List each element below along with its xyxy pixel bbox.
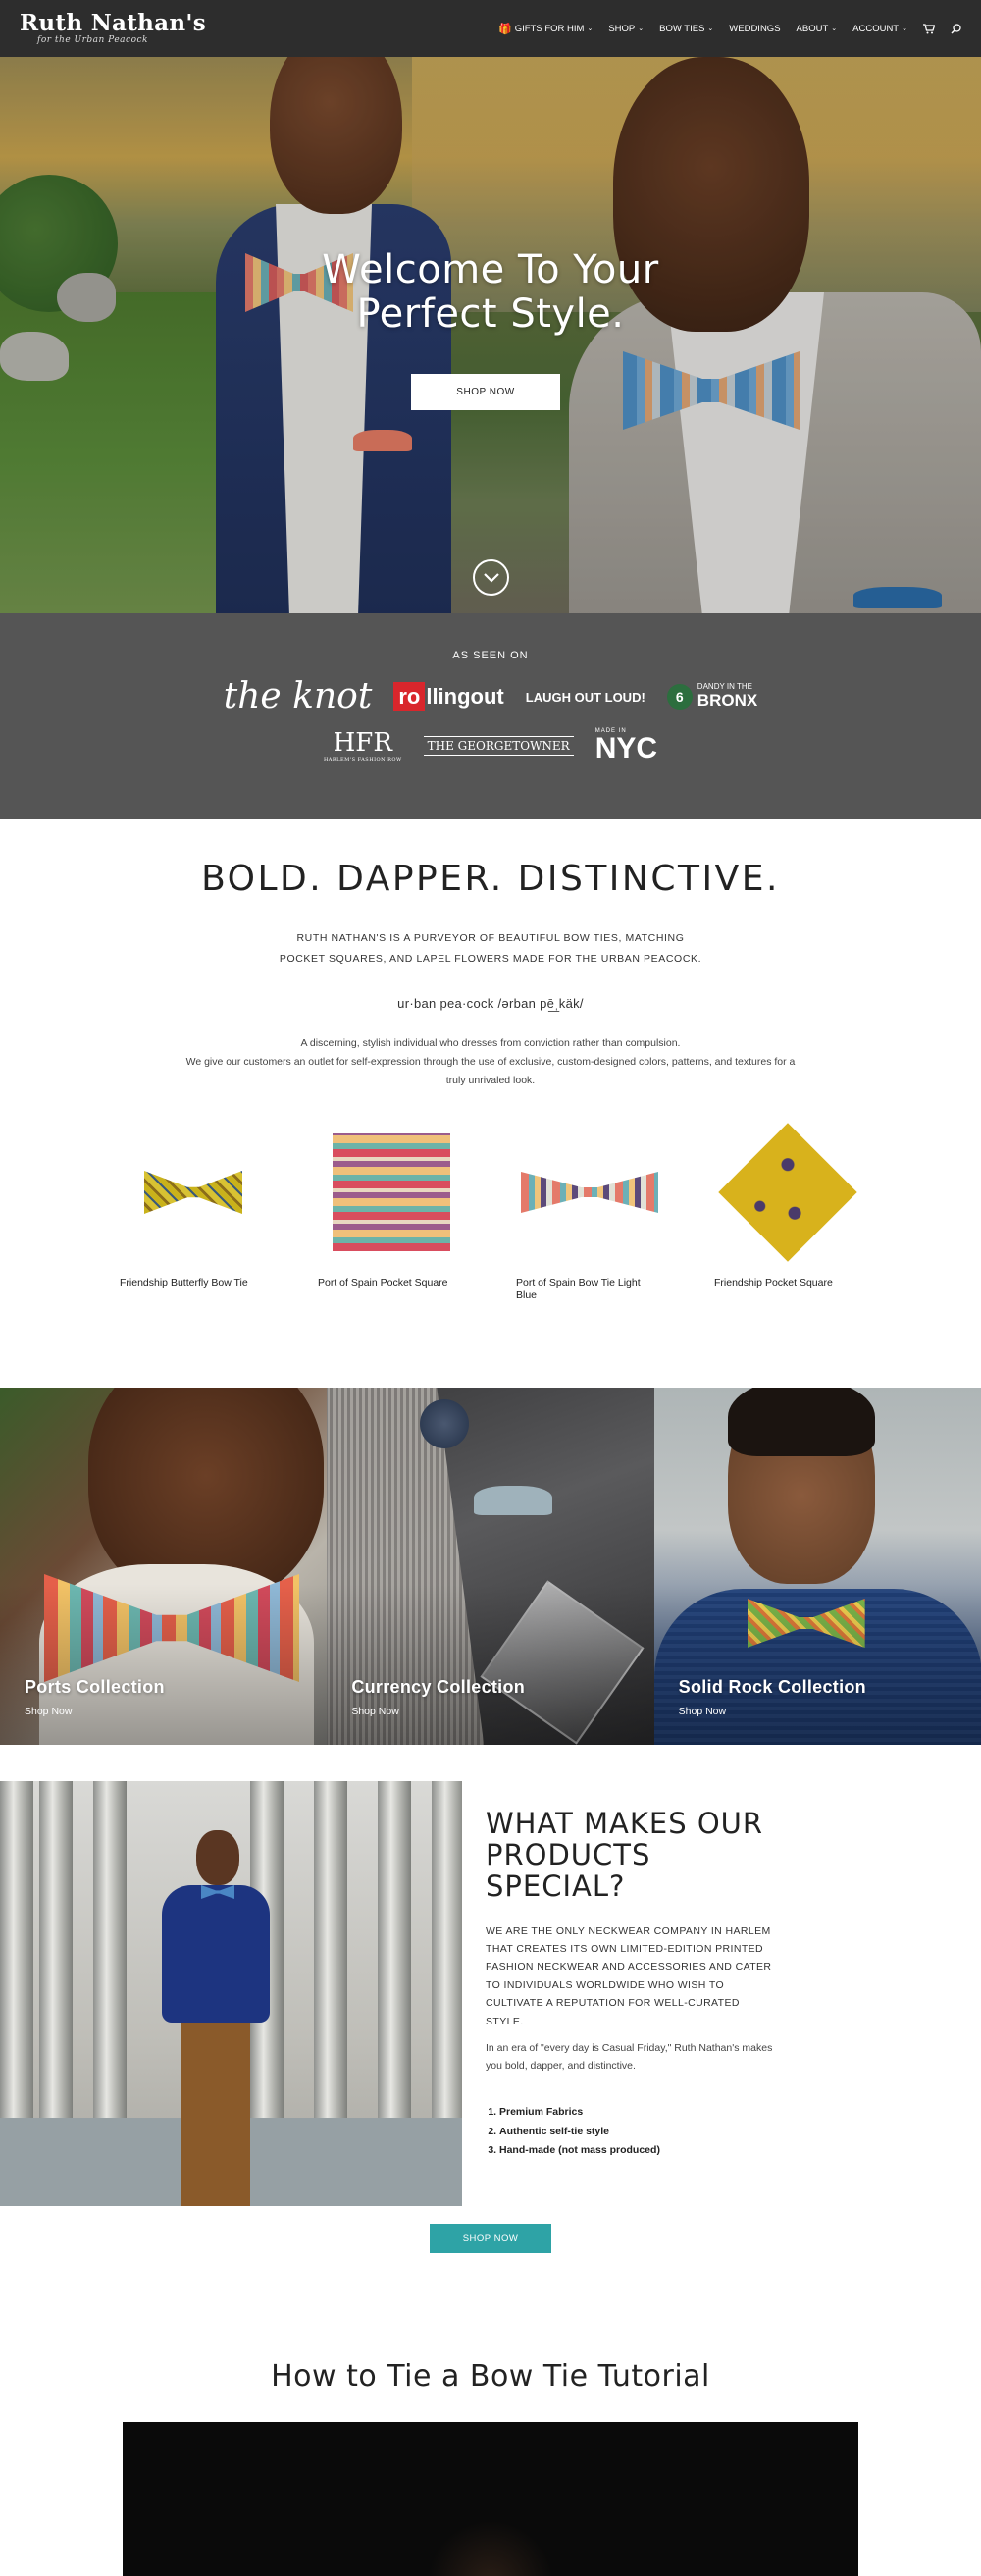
- rollingout-logo: ro llingout: [393, 682, 504, 711]
- intro-line: RUTH NATHAN'S IS A PURVEYOR OF BEAUTIFUL…: [296, 932, 685, 944]
- product-image[interactable]: [120, 1119, 267, 1266]
- dandy-logo-top: DANDY IN THE: [697, 682, 752, 692]
- hero-banner: Welcome To Your Perfect Style. SHOP NOW: [0, 57, 981, 613]
- nav-label: WEDDINGS: [729, 23, 781, 34]
- collections-grid: Ports Collection Shop Now Currency Colle…: [0, 1388, 981, 1745]
- laugh-out-loud-logo: LAUGH OUT LOUD!: [525, 689, 645, 705]
- nav-item-account[interactable]: ACCOUNT ⌄: [852, 24, 907, 34]
- nav-item-bow-ties[interactable]: BOW TIES ⌄: [659, 24, 713, 34]
- description: A discerning, stylish individual who dre…: [177, 1034, 804, 1090]
- search-icon[interactable]: [951, 23, 961, 34]
- collection-title[interactable]: Solid Rock Collection: [679, 1677, 866, 1698]
- collection-tile-ports[interactable]: Ports Collection Shop Now: [0, 1388, 328, 1745]
- site-header: Ruth Nathan's for the Urban Peacock 🎁 GI…: [0, 0, 981, 57]
- chevron-down-icon: ⌄: [707, 26, 714, 32]
- collection-shop-link[interactable]: Shop Now: [351, 1706, 398, 1717]
- special-section-text: WHAT MAKES OUR PRODUCTS SPECIAL? WE ARE …: [486, 1807, 780, 2162]
- nav-item-gifts[interactable]: 🎁 GIFTS FOR HIM ⌄: [498, 23, 593, 35]
- hfr-logo-sub: HARLEM'S FASHION ROW: [323, 756, 402, 762]
- nyc-logo-text: NYC: [594, 732, 658, 764]
- list-item: Authentic self-tie style: [499, 2123, 780, 2142]
- nav-label: ACCOUNT: [852, 23, 900, 34]
- features-list: Premium Fabrics Authentic self-tie style…: [499, 2103, 780, 2162]
- chevron-down-icon: ⌄: [902, 26, 907, 32]
- special-paragraph: In an era of "every day is Casual Friday…: [486, 2041, 773, 2072]
- as-seen-on-section: AS SEEN ON the knot ro llingout LAUGH OU…: [0, 613, 981, 819]
- product-name[interactable]: Friendship Pocket Square: [714, 1277, 861, 1289]
- logo[interactable]: Ruth Nathan's for the Urban Peacock: [20, 12, 206, 45]
- list-item: Hand-made (not mass produced): [499, 2141, 780, 2161]
- logo-name: Ruth Nathan's: [20, 10, 206, 36]
- hero-title-line: Welcome To Your: [322, 247, 659, 292]
- chevron-down-icon: ⌄: [638, 26, 645, 32]
- dandy-logo-mark: 6: [666, 683, 693, 710]
- hero-title-line: Perfect Style.: [356, 290, 625, 337]
- collection-shop-link[interactable]: Shop Now: [679, 1706, 726, 1717]
- list-item: Premium Fabrics: [499, 2103, 780, 2123]
- nav-item-weddings[interactable]: WEDDINGS: [729, 24, 780, 34]
- product-card[interactable]: Friendship Butterfly Bow Tie: [120, 1119, 267, 1301]
- collection-tile-currency[interactable]: Currency Collection Shop Now: [327, 1388, 654, 1745]
- product-card[interactable]: Port of Spain Bow Tie Light Blue: [516, 1119, 663, 1301]
- nav-item-about[interactable]: ABOUT ⌄: [797, 24, 838, 34]
- shop-now-button[interactable]: SHOP NOW: [430, 2224, 551, 2253]
- nav-label: BOW TIES: [659, 23, 705, 34]
- product-card[interactable]: Port of Spain Pocket Square: [318, 1119, 465, 1301]
- description-line: We give our customers an outlet for self…: [185, 1055, 796, 1086]
- special-title: WHAT MAKES OUR PRODUCTS SPECIAL?: [486, 1807, 764, 1903]
- press-logos-row: the knot ro llingout LAUGH OUT LOUD! 6 D…: [0, 679, 981, 714]
- pronunciation: ur·ban pea·cock /ərban pē͟ˌkäk/: [397, 996, 584, 1011]
- dandy-logo-bronx: BRONX: [697, 691, 758, 710]
- rollingout-logo-text: llingout: [426, 684, 504, 709]
- description-line: A discerning, stylish individual who dre…: [300, 1037, 681, 1049]
- as-seen-on-label: AS SEEN ON: [452, 650, 529, 661]
- product-image[interactable]: [318, 1119, 465, 1266]
- special-section-image: [0, 1781, 462, 2206]
- chevron-down-icon: ⌄: [831, 26, 838, 32]
- product-name[interactable]: Port of Spain Pocket Square: [318, 1277, 465, 1289]
- tutorial-title: How to Tie a Bow Tie Tutorial: [271, 2359, 710, 2393]
- section-title: BOLD. DAPPER. DISTINCTIVE.: [201, 859, 780, 899]
- georgetowner-logo: THE GEORGETOWNER: [423, 736, 574, 756]
- nav-label: ABOUT: [796, 23, 829, 34]
- hero-shop-now-button[interactable]: SHOP NOW: [411, 374, 560, 410]
- nav-item-shop[interactable]: SHOP ⌄: [608, 24, 644, 34]
- product-name[interactable]: Port of Spain Bow Tie Light Blue: [516, 1277, 663, 1301]
- special-lead: WE ARE THE ONLY NECKWEAR COMPANY IN HARL…: [486, 1924, 772, 2027]
- main-nav: 🎁 GIFTS FOR HIM ⌄ SHOP ⌄ BOW TIES ⌄ WEDD…: [498, 23, 961, 35]
- collection-shop-link[interactable]: Shop Now: [25, 1706, 72, 1717]
- the-knot-logo: the knot: [223, 676, 373, 716]
- logo-tagline: for the Urban Peacock: [37, 35, 148, 45]
- dandy-in-the-bronx-logo: 6 DANDY IN THE BRONX: [666, 682, 758, 710]
- harlems-fashion-row-logo: HFR HARLEM'S FASHION ROW: [324, 730, 402, 762]
- collection-title[interactable]: Currency Collection: [351, 1677, 525, 1698]
- gift-icon: 🎁: [498, 23, 512, 35]
- product-image[interactable]: [714, 1119, 861, 1266]
- hfr-logo-mark: HFR: [333, 727, 392, 758]
- tutorial-video[interactable]: [123, 2422, 858, 2576]
- made-in-nyc-logo: MADE IN NYC: [595, 728, 657, 763]
- intro-text: RUTH NATHAN'S IS A PURVEYOR OF BEAUTIFUL…: [0, 928, 981, 970]
- product-card[interactable]: Friendship Pocket Square: [714, 1119, 861, 1301]
- product-image[interactable]: [516, 1119, 663, 1266]
- collection-tile-solid-rock[interactable]: Solid Rock Collection Shop Now: [653, 1388, 981, 1745]
- press-logos-row: HFR HARLEM'S FASHION ROW THE GEORGETOWNE…: [0, 728, 981, 763]
- collection-title[interactable]: Ports Collection: [25, 1677, 165, 1698]
- chevron-down-circle-icon[interactable]: [473, 559, 509, 596]
- nav-label: SHOP: [608, 23, 636, 34]
- featured-products: Friendship Butterfly Bow Tie Port of Spa…: [120, 1119, 861, 1301]
- intro-line: POCKET SQUARES, AND LAPEL FLOWERS MADE F…: [279, 953, 702, 965]
- product-name[interactable]: Friendship Butterfly Bow Tie: [120, 1277, 267, 1289]
- hero-title: Welcome To Your Perfect Style.: [0, 248, 981, 337]
- chevron-down-icon: ⌄: [587, 26, 594, 32]
- cart-icon[interactable]: [923, 23, 935, 34]
- nav-label: GIFTS FOR HIM: [514, 23, 585, 34]
- rollingout-logo-mark: ro: [393, 682, 426, 711]
